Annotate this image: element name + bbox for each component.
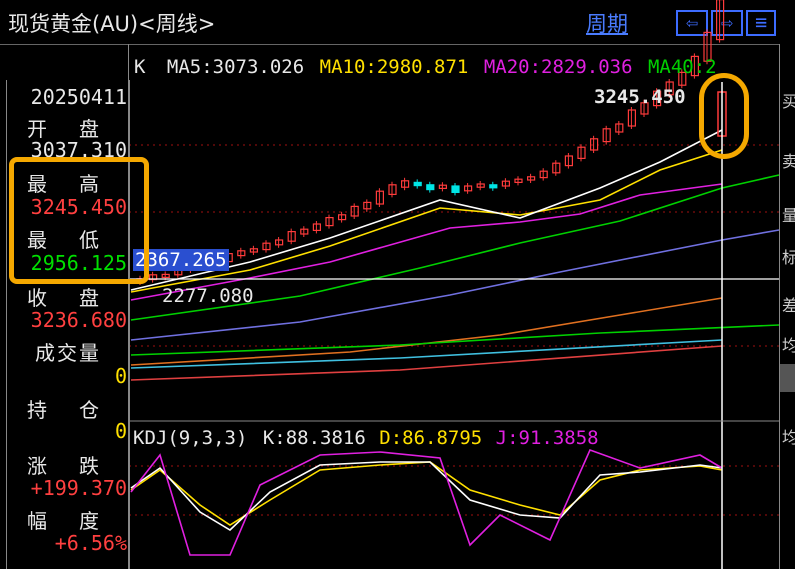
candle-body (413, 181, 422, 187)
legend-ma40: MA40:2 (647, 56, 717, 78)
change-label: 涨 跌 (26, 454, 110, 478)
legend-ma10: MA10:2980.871 (319, 56, 469, 78)
high-price-mark: 3245.450 (594, 86, 686, 108)
strip-item-6[interactable]: 均 (782, 424, 795, 452)
info-panel: 20250411 开 盘 3037.310 最 高 3245.450 最 低 2… (6, 80, 130, 569)
ma-legend: K MA5:3073.026 MA10:2980.871 MA20:2829.0… (134, 56, 717, 78)
kdj-name: KDJ(9,3,3) (133, 427, 248, 449)
kdj-d-line (130, 461, 723, 526)
close-label: 收 盘 (26, 286, 110, 310)
strip-item-4[interactable]: 差 (782, 292, 795, 320)
kdj-j: J:91.3858 (495, 427, 599, 449)
strip-item-0[interactable]: 买 (782, 88, 795, 116)
kdj-k-line (130, 461, 723, 531)
candle-body (451, 185, 460, 194)
volume-label: 成交量 (35, 341, 101, 365)
volume-value: 0 (114, 364, 127, 388)
change-value: +199.370 (30, 476, 127, 500)
ma20-line (130, 183, 723, 301)
strip-item-3[interactable]: 标 (782, 244, 795, 272)
pct-value: +6.56% (54, 531, 127, 555)
kdj-k: K:88.3816 (262, 427, 366, 449)
legend-k: K (134, 56, 146, 78)
pct-label: 幅 度 (26, 509, 110, 533)
legend-ma5: MA5:3073.026 (166, 56, 305, 78)
kdj-legend: KDJ(9,3,3) K:88.3816 D:86.8795 J:91.3858 (133, 427, 599, 449)
position-value: 0 (114, 419, 127, 443)
date-value: 20250411 (30, 85, 127, 109)
strip-item-1[interactable]: 卖 (782, 148, 795, 176)
candle-body (426, 184, 435, 191)
close-value: 3236.680 (30, 308, 127, 332)
low-price-mark: 2277.080 (162, 285, 254, 307)
highlight-last-candle-ellipse (699, 73, 749, 159)
legend-ma20: MA20:2829.036 (483, 56, 633, 78)
highlight-high-low-box (9, 157, 149, 284)
strip-item-5[interactable]: 均 (782, 332, 795, 360)
strip-selected[interactable] (780, 364, 795, 392)
strip-item-2[interactable]: 量 (782, 202, 795, 230)
kdj-d: D:86.8795 (379, 427, 483, 449)
candlesticks (136, 0, 727, 285)
candle-body (489, 184, 498, 189)
right-tool-strip: 买 卖 量 标 差 均 均 (779, 44, 795, 569)
